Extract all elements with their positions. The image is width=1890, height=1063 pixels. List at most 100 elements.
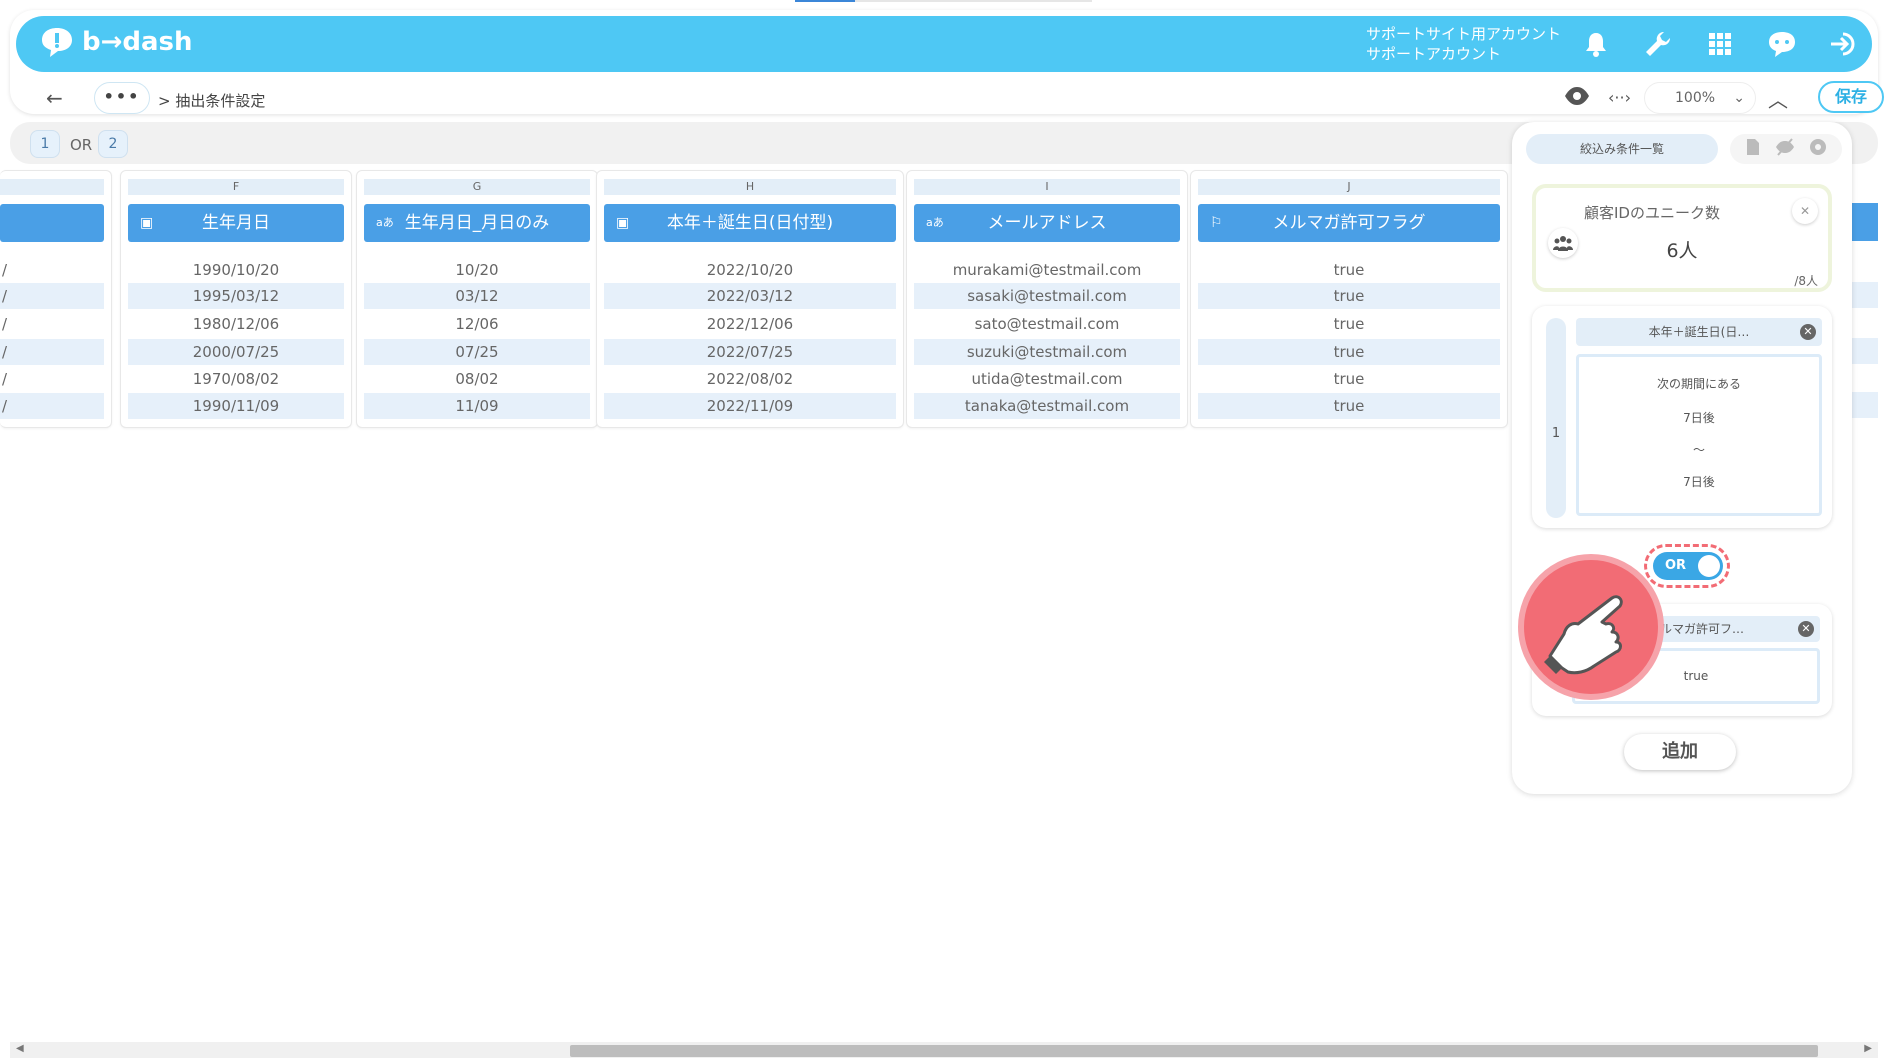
eye-icon[interactable] [1564, 86, 1590, 110]
table-cell: sasaki@testmail.com [914, 283, 1180, 309]
column-header-label: 生年月日_月日のみ [404, 213, 550, 233]
sub-toolbar: ← ••• > 抽出条件設定 ‹··› 100% ⌄ ︿ 保存 [30, 81, 1884, 116]
table-cell: true [1333, 370, 1365, 388]
table-cell: true [1198, 339, 1500, 365]
breadcrumb-more-button[interactable]: ••• [94, 82, 150, 114]
condition-body[interactable]: 次の期間にある 7日後 〜 7日後 [1576, 354, 1822, 516]
account-line-1: サポートサイト用アカウント [1366, 25, 1562, 43]
column-header[interactable]: aあ メールアドレス [914, 204, 1180, 242]
column-header[interactable]: ▣ 本年＋誕生日(日付型) [604, 204, 896, 242]
chat-icon[interactable] [1762, 25, 1802, 63]
condition-field-header[interactable]: 本年＋誕生日(日… ✕ [1576, 318, 1822, 346]
table-cell: 2022/12/06 [706, 315, 794, 333]
condition-value-from: 7日後 [1683, 411, 1715, 425]
table-cell: / [2, 370, 8, 388]
code-icon[interactable]: ‹··› [1608, 88, 1631, 107]
table-cell: 1990/11/09 [128, 393, 344, 419]
column-letter [0, 179, 104, 195]
logo-text: b→dash [82, 27, 193, 57]
table-cell: 1980/12/06 [192, 315, 280, 333]
grid-icon[interactable] [1700, 25, 1740, 63]
scroll-right-icon[interactable]: ▶ [1864, 1043, 1872, 1054]
count-settings-icon[interactable]: ✕ [1792, 198, 1818, 224]
close-icon[interactable]: ✕ [1800, 324, 1816, 340]
column-j: J ⚐ メルマガ許可フラグ true true true true true t… [1190, 170, 1508, 428]
top-tab-active [795, 0, 855, 2]
table-cell: true [1198, 393, 1500, 419]
table-cell: true [1198, 283, 1500, 309]
table-cell: utida@testmail.com [971, 370, 1123, 388]
tab-filter-conditions[interactable]: 絞込み条件一覧 [1526, 134, 1718, 164]
save-button[interactable]: 保存 [1818, 81, 1884, 113]
column-header[interactable] [0, 204, 104, 242]
header-bar: b→dash サポートサイト用アカウント サポートアカウント [16, 16, 1872, 72]
table-cell: true [1333, 315, 1365, 333]
column-partial-right [1852, 170, 1878, 428]
eye-off-icon[interactable] [1775, 138, 1795, 160]
bell-icon[interactable] [1576, 25, 1616, 63]
toggle-knob [1698, 555, 1720, 577]
group-or-label: OR [70, 136, 93, 154]
table-cell: 2000/07/25 [128, 339, 344, 365]
table-cell: 12/06 [455, 315, 499, 333]
scroll-left-icon[interactable]: ◀ [16, 1043, 24, 1054]
column-letter: H [604, 179, 896, 195]
logout-icon[interactable] [1824, 25, 1864, 63]
count-total: /8人 [1794, 274, 1818, 288]
column-h: H ▣ 本年＋誕生日(日付型) 2022/10/20 2022/03/12 20… [596, 170, 904, 428]
header-icons [1576, 25, 1864, 63]
column-g: G aあ 生年月日_月日のみ 10/20 03/12 12/06 07/25 0… [356, 170, 598, 428]
top-tab-indicator [795, 0, 1092, 2]
column-header-label: メールアドレス [987, 213, 1107, 233]
horizontal-scrollbar[interactable]: ◀ ▶ [10, 1042, 1878, 1058]
table-cell: 07/25 [364, 339, 590, 365]
table-cell: 2022/10/20 [706, 261, 794, 279]
settings-icon[interactable] [1809, 138, 1827, 160]
column-header[interactable]: ▣ 生年月日 [128, 204, 344, 242]
scrollbar-thumb[interactable] [570, 1045, 1818, 1057]
table-cell: 1995/03/12 [128, 283, 344, 309]
column-header-label: 本年＋誕生日(日付型) [666, 213, 834, 233]
breadcrumb: > 抽出条件設定 [158, 92, 266, 110]
brand-logo[interactable]: b→dash [38, 26, 193, 58]
column-letter: J [1198, 179, 1500, 195]
column-header[interactable]: ⚐ メルマガ許可フラグ [1198, 204, 1500, 242]
logo-mark-icon [42, 28, 72, 57]
wrench-icon[interactable] [1638, 25, 1678, 63]
page: b→dash サポートサイト用アカウント サポートアカウント ← ••• > 抽… [0, 0, 1890, 1063]
group-chip-1[interactable]: 1 [30, 130, 60, 158]
calendar-icon: ▣ [140, 215, 154, 231]
table-cell: 1990/10/20 [192, 261, 280, 279]
app-header: b→dash サポートサイト用アカウント サポートアカウント ← ••• > 抽… [10, 10, 1884, 116]
table-cell: / [0, 339, 104, 365]
unique-count-card: 顧客IDのユニーク数 ✕ 6人 /8人 [1532, 184, 1832, 292]
condition-value-to: 7日後 [1683, 475, 1715, 489]
zoom-select[interactable]: 100% ⌄ [1644, 82, 1756, 114]
flag-type-icon: ⚐ [1210, 215, 1223, 231]
table-cell: / [0, 393, 104, 419]
column-header[interactable]: aあ 生年月日_月日のみ [364, 204, 590, 242]
column-letter: I [914, 179, 1180, 195]
chevron-down-icon: ⌄ [1733, 90, 1745, 106]
table-cell: / [2, 315, 8, 333]
collapse-chevron-up-icon[interactable]: ︿ [1768, 84, 1788, 113]
table-cell: 2022/08/02 [706, 370, 794, 388]
column-letter: G [364, 179, 590, 195]
add-condition-button[interactable]: 追加 [1624, 734, 1736, 770]
document-icon[interactable] [1745, 138, 1761, 160]
table-cell: murakami@testmail.com [952, 261, 1142, 279]
account-info[interactable]: サポートサイト用アカウント サポートアカウント [1366, 24, 1561, 64]
table-cell [1852, 392, 1878, 418]
close-icon[interactable]: ✕ [1798, 621, 1814, 637]
and-or-toggle[interactable]: OR [1653, 552, 1723, 580]
column-header[interactable] [1852, 203, 1878, 241]
table-cell: suzuki@testmail.com [914, 339, 1180, 365]
column-f: F ▣ 生年月日 1990/10/20 1995/03/12 1980/12/0… [120, 170, 352, 428]
table-cell: true [1333, 261, 1365, 279]
column-partial: / / / / / / [0, 170, 112, 428]
table-cell: 2022/11/09 [604, 393, 896, 419]
table-cell: 10/20 [455, 261, 499, 279]
table-cell: 1970/08/02 [192, 370, 280, 388]
group-chip-2[interactable]: 2 [98, 130, 128, 158]
back-button[interactable]: ← [46, 86, 63, 110]
